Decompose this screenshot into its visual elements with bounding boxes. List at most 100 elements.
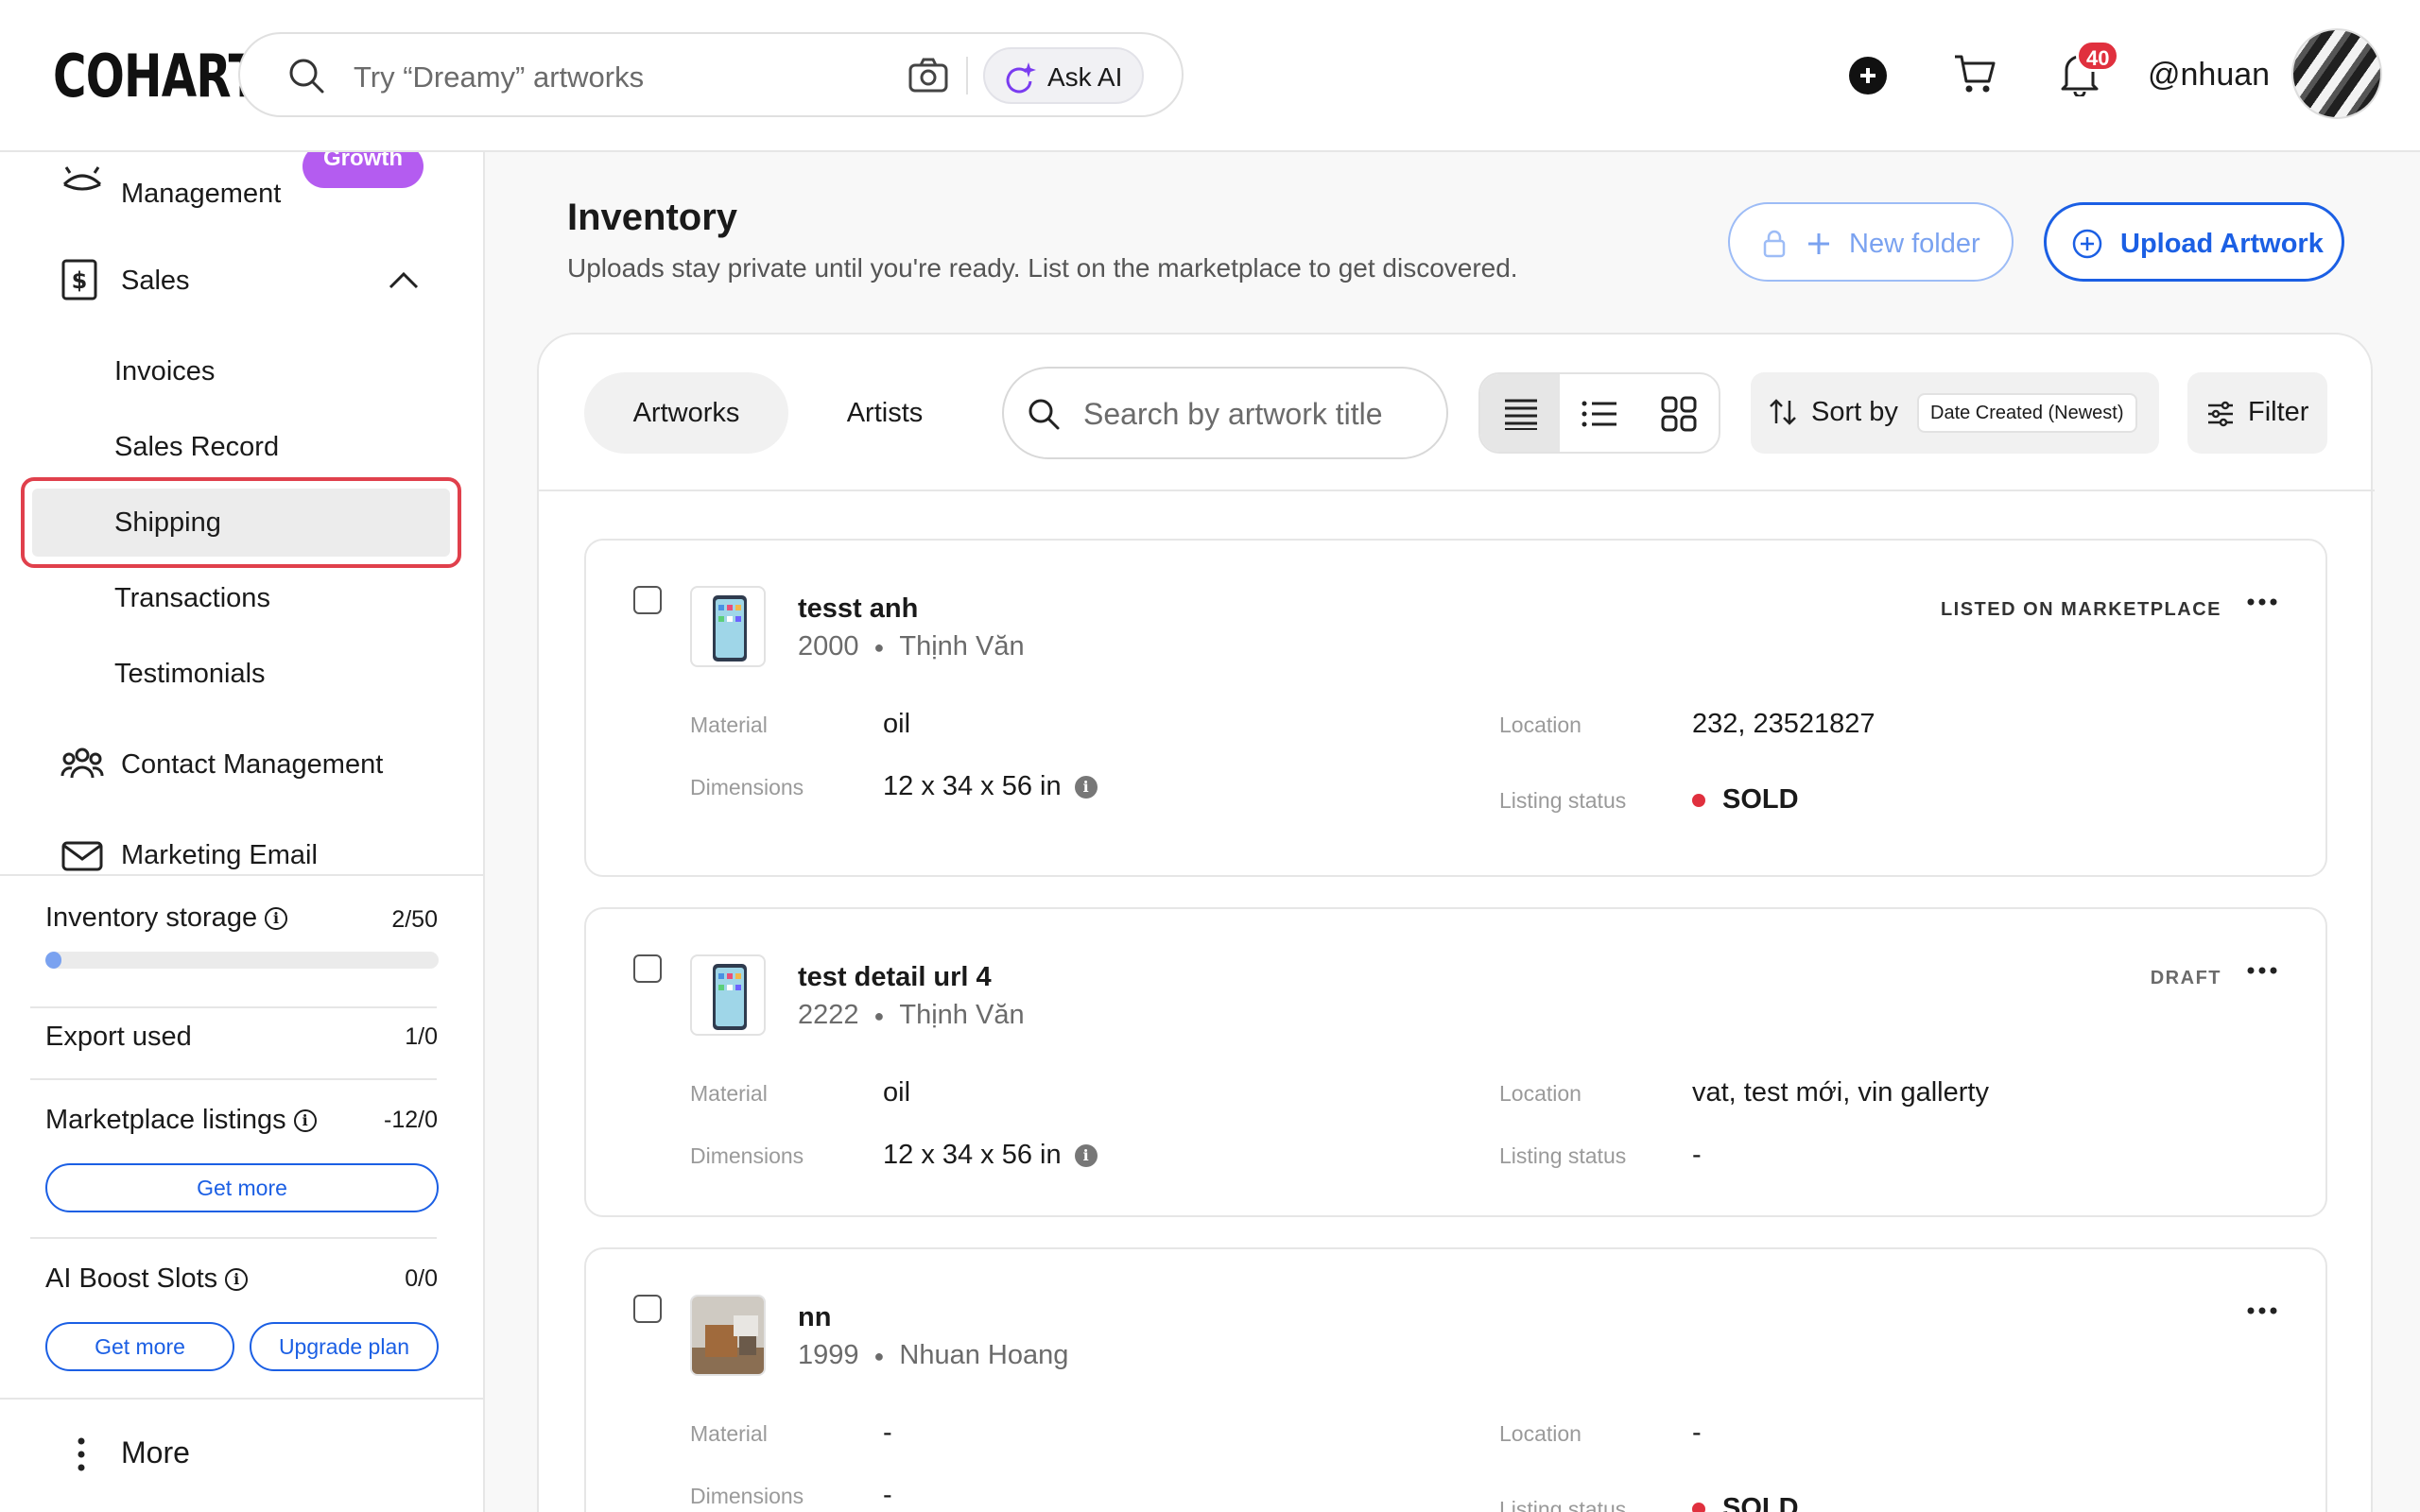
artwork-thumbnail[interactable] [690, 954, 766, 1036]
tab-artists[interactable]: Artists [800, 372, 970, 454]
sidebar-item-marketing-email[interactable]: Marketing Email [121, 840, 318, 871]
info-icon[interactable]: i [225, 1268, 249, 1292]
global-search-bar[interactable]: Try “Dreamy” artworks Ask AI [238, 32, 1184, 117]
username-label[interactable]: @nhuan [2148, 57, 2270, 94]
sort-arrows-icon [1770, 399, 1796, 425]
dimensions-label: Dimensions [690, 1484, 804, 1508]
more-horizontal-icon[interactable] [2246, 597, 2278, 607]
sidebar-divider [30, 1237, 437, 1239]
sidebar-item-sales[interactable]: Sales [121, 266, 190, 297]
lock-icon [1763, 230, 1786, 258]
sidebar-divider [0, 874, 483, 876]
sidebar: Management Growth $ Sales Invoices Sales… [0, 152, 485, 1512]
listing-state-label: LISTED ON MARKETPLACE [1940, 599, 2221, 620]
location-value: - [1692, 1418, 1702, 1448]
artwork-title[interactable]: test detail url 4 [798, 962, 992, 993]
global-search-input[interactable]: Try “Dreamy” artworks [354, 60, 644, 94]
user-avatar[interactable] [2291, 28, 2382, 119]
sidebar-item-sales-record[interactable]: Sales Record [114, 432, 279, 463]
sidebar-item-shipping[interactable]: Shipping [114, 507, 221, 539]
page-title: Inventory [567, 197, 738, 238]
upgrade-plan-button[interactable]: Upgrade plan [250, 1322, 439, 1371]
info-icon[interactable]: i [265, 907, 288, 931]
location-value: 232, 23521827 [1692, 709, 1876, 739]
room-photo-icon [692, 1297, 764, 1374]
grid-icon [1661, 396, 1697, 432]
more-horizontal-icon[interactable] [2246, 966, 2278, 975]
upload-artwork-label: Upload Artwork [2120, 229, 2324, 259]
info-icon[interactable]: i [1074, 1144, 1098, 1168]
listing-status-value: - [1692, 1140, 1702, 1170]
get-more-ai-boost-button[interactable]: Get more [45, 1322, 234, 1371]
listing-state-label: DRAFT [2150, 968, 2221, 988]
cohart-logo[interactable]: COHART [53, 42, 260, 111]
info-icon[interactable]: i [293, 1109, 317, 1133]
artwork-thumbnail[interactable] [690, 586, 766, 667]
sidebar-item-contact-management[interactable]: Contact Management [121, 749, 383, 781]
artwork-search-field[interactable]: Search by artwork title [1002, 367, 1448, 459]
svg-text:$: $ [72, 267, 88, 294]
more-vertical-icon[interactable] [76, 1435, 87, 1473]
info-icon[interactable]: i [1074, 776, 1098, 799]
sidebar-divider [30, 1078, 437, 1080]
list-view-button[interactable] [1560, 374, 1639, 452]
new-folder-button[interactable]: New folder [1728, 202, 2014, 282]
artwork-title[interactable]: nn [798, 1302, 831, 1333]
sort-control[interactable]: Sort by Date Created (Newest) [1751, 372, 2159, 454]
location-label: Location [1499, 1081, 1582, 1106]
listing-status-label: Listing status [1499, 1143, 1627, 1168]
grid-view-button[interactable] [1639, 374, 1719, 452]
artwork-search-input[interactable]: Search by artwork title [1083, 397, 1383, 432]
more-menu-label[interactable]: More [121, 1435, 190, 1470]
sidebar-item-management[interactable]: Management [121, 179, 281, 210]
sold-status-dot [1692, 794, 1705, 808]
material-value: oil [883, 1077, 911, 1108]
sidebar-item-invoices[interactable]: Invoices [114, 356, 215, 387]
material-value: - [883, 1418, 892, 1448]
camera-icon[interactable] [908, 57, 949, 94]
top-header: COHART Try “Dreamy” artworks Ask AI 40 @… [0, 0, 2420, 152]
artwork-card[interactable]: tesst anh 2000 ● Thịnh Văn LISTED ON MARKE… [584, 539, 2327, 877]
artwork-title[interactable]: tesst anh [798, 593, 918, 625]
management-icon [62, 166, 102, 191]
tab-artworks[interactable]: Artworks [584, 372, 788, 454]
sort-label: Sort by [1811, 397, 1898, 427]
filter-button[interactable]: Filter [2187, 372, 2327, 454]
sidebar-item-transactions[interactable]: Transactions [114, 583, 270, 614]
sidebar-item-testimonials[interactable]: Testimonials [114, 659, 266, 690]
sort-select[interactable]: Date Created (Newest) [1917, 393, 2137, 433]
search-icon [1028, 399, 1060, 430]
inventory-storage-value: 2/50 [391, 906, 438, 933]
cart-icon[interactable] [1953, 53, 1996, 94]
select-checkbox[interactable] [633, 954, 662, 983]
view-toggle-group [1478, 372, 1720, 454]
ask-ai-button[interactable]: Ask AI [983, 47, 1144, 104]
ai-boost-slots-value: 0/0 [405, 1265, 438, 1292]
marketplace-listings-label: Marketplace listings i [45, 1105, 317, 1136]
artwork-thumbnail[interactable] [690, 1295, 766, 1376]
select-checkbox[interactable] [633, 1295, 662, 1323]
upload-artwork-button[interactable]: Upload Artwork [2044, 202, 2344, 282]
export-used-value: 1/0 [405, 1023, 438, 1050]
chevron-up-icon[interactable] [388, 269, 420, 290]
dollar-document-icon: $ [61, 259, 97, 301]
select-checkbox[interactable] [633, 586, 662, 614]
compact-list-view-button[interactable] [1480, 374, 1560, 452]
material-value: oil [883, 709, 911, 739]
ai-boost-slots-label: AI Boost Slots i [45, 1263, 249, 1295]
artwork-card[interactable]: nn 1999 ● Nhuan Hoang Material - Dimension… [584, 1247, 2327, 1512]
shipping-highlight[interactable] [21, 477, 461, 568]
new-folder-label: New folder [1849, 229, 1980, 259]
search-divider [966, 57, 968, 94]
more-horizontal-icon[interactable] [2246, 1306, 2278, 1315]
artwork-card[interactable]: test detail url 4 2222 ● Thịnh Văn DRAFT M… [584, 907, 2327, 1217]
filter-label: Filter [2248, 397, 2309, 427]
location-value: vat, test mới, vin gallerty [1692, 1077, 1989, 1108]
inventory-storage-label: Inventory storage i [45, 902, 288, 934]
dimensions-value: - [883, 1480, 892, 1510]
add-icon[interactable] [1849, 57, 1887, 94]
sidebar-divider [0, 1398, 483, 1400]
marketplace-listings-value: -12/0 [384, 1107, 438, 1133]
get-more-listings-button[interactable]: Get more [45, 1163, 439, 1212]
export-used-label: Export used [45, 1022, 192, 1052]
